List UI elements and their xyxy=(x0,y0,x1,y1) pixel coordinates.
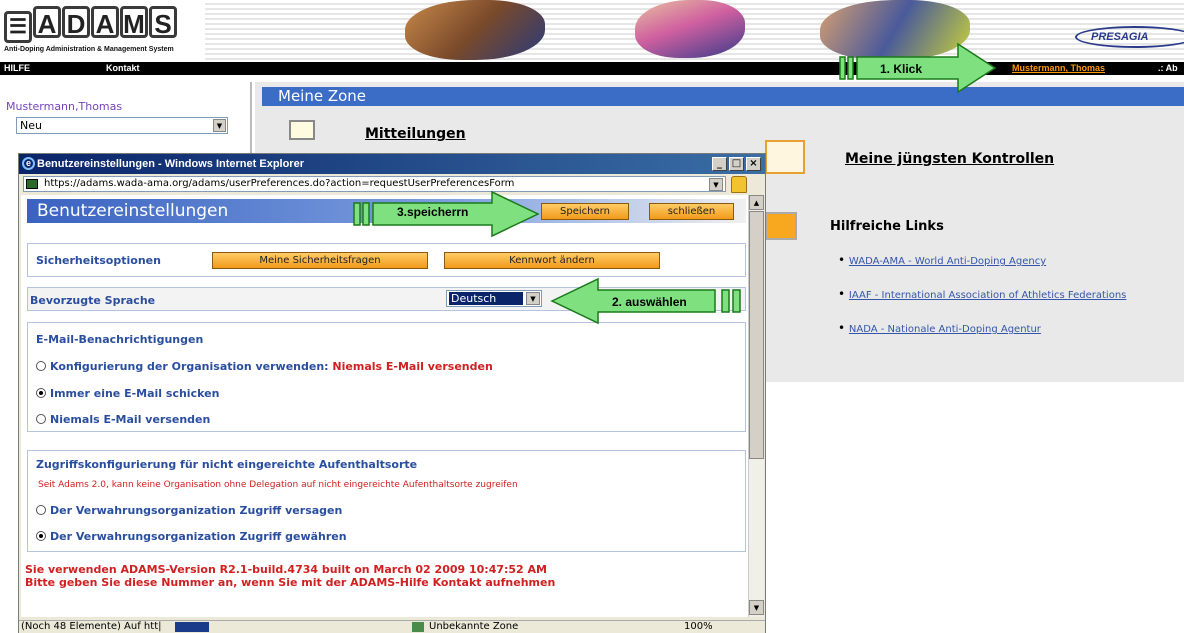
popup-title: Benutzereinstellungen - Windows Internet… xyxy=(37,158,304,170)
step3-label: 3.speicherrn xyxy=(397,205,469,219)
step2-label: 2. auswählen xyxy=(612,295,687,309)
close-button[interactable]: schließen xyxy=(649,203,734,220)
logo-icon-box: ☰ xyxy=(4,11,32,43)
radio-icon[interactable] xyxy=(36,361,46,371)
email-option-never-label: Niemals E-Mail versenden xyxy=(50,413,211,426)
radio-icon[interactable] xyxy=(36,414,46,424)
popup-titlebar[interactable]: e Benutzereinstellungen - Windows Intern… xyxy=(19,154,765,174)
logo-letter: S xyxy=(149,6,177,39)
language-label: Bevorzugte Sprache xyxy=(30,294,156,307)
email-option-org-label: Konfigurierung der Organisation verwende… xyxy=(50,360,329,373)
email-option-org-value: Niemals E-Mail versenden xyxy=(332,360,493,373)
links-title: Hilfreiche Links xyxy=(830,219,944,234)
zone-text: Unbekannte Zone xyxy=(429,621,519,632)
email-title: E-Mail-Benachrichtigungen xyxy=(36,333,204,346)
nav-contact[interactable]: Kontakt xyxy=(106,63,140,73)
messages-link[interactable]: Mitteilungen xyxy=(365,126,466,142)
radio-checked-icon[interactable] xyxy=(36,531,46,541)
maximize-icon[interactable]: □ xyxy=(729,157,744,171)
wada-link[interactable]: WADA-AMA - World Anti-Doping Agency xyxy=(849,256,1046,267)
nav-help[interactable]: HILFE xyxy=(4,63,30,73)
header-banner: PRESAGIA xyxy=(205,0,1184,62)
language-value: Deutsch xyxy=(449,292,523,305)
logo-letter: D xyxy=(62,6,90,39)
logout-link[interactable]: .: Ab xyxy=(1158,63,1178,73)
close-icon[interactable]: × xyxy=(746,157,761,171)
security-section: Sicherheitsoptionen Meine Sicherheitsfra… xyxy=(27,243,746,277)
chevron-down-icon[interactable]: ▼ xyxy=(709,178,723,191)
new-select-value: Neu xyxy=(20,119,42,132)
presagia-logo: PRESAGIA xyxy=(1075,26,1184,48)
popup-scrollbar[interactable]: ▲ ▼ xyxy=(748,195,764,617)
zone-title-bar: Meine Zone xyxy=(262,87,1184,106)
access-option-grant[interactable]: Der Verwahrungsorganization Zugriff gewä… xyxy=(36,530,347,543)
progress-bar xyxy=(175,622,209,632)
step1-label: 1. Klick xyxy=(880,62,923,76)
status-text: (Noch 48 Elemente) Auf htt| xyxy=(21,621,162,632)
security-label: Sicherheitsoptionen xyxy=(36,254,161,267)
iaaf-link[interactable]: IAAF - International Association of Athl… xyxy=(849,290,1126,301)
envelope-icon[interactable] xyxy=(289,120,315,140)
email-option-always[interactable]: Immer eine E-Mail schicken xyxy=(36,387,219,400)
url-text: https://adams.wada-ama.org/adams/userPre… xyxy=(44,178,515,189)
logo-letter: A xyxy=(91,6,119,39)
zoom-level[interactable]: 100% xyxy=(684,621,713,632)
email-section: E-Mail-Benachrichtigungen Konfigurierung… xyxy=(27,322,746,432)
logo-subtitle: Anti-Doping Administration & Management … xyxy=(4,46,174,53)
lock-icon[interactable] xyxy=(731,176,747,193)
page-icon xyxy=(26,179,38,189)
ie-icon: e xyxy=(22,157,35,170)
email-option-always-label: Immer eine E-Mail schicken xyxy=(50,387,220,400)
nada-link[interactable]: NADA - Nationale Anti-Doping Agentur xyxy=(849,324,1041,335)
chevron-down-icon[interactable]: ▼ xyxy=(213,119,226,132)
computer-icon[interactable] xyxy=(765,212,797,240)
controls-link[interactable]: Meine jüngsten Kontrollen xyxy=(845,151,1054,167)
adams-logo[interactable]: ☰ A D A M S Anti-Doping Administration & Mana… xyxy=(4,6,178,53)
top-nav: HILFE Kontakt Mustermann, Thomas .: Ab xyxy=(0,62,1184,75)
minimize-icon[interactable]: _ xyxy=(712,157,727,171)
security-zone-icon xyxy=(412,622,424,632)
security-questions-button[interactable]: Meine Sicherheitsfragen xyxy=(212,252,428,269)
user-link[interactable]: Mustermann, Thomas xyxy=(1012,63,1105,73)
access-option-grant-label: Der Verwahrungsorganization Zugriff gewä… xyxy=(50,530,347,543)
link-item[interactable]: • IAAF - International Association of At… xyxy=(838,287,1126,301)
version-line-1: Sie verwenden ADAMS-Version R2.1-build.4… xyxy=(25,563,547,576)
site-header: ☰ A D A M S Anti-Doping Administration & Mana… xyxy=(0,0,1184,62)
folder-icon[interactable] xyxy=(765,140,805,174)
access-title: Zugriffskonfigurierung für nicht eingere… xyxy=(36,458,418,471)
link-item[interactable]: • NADA - Nationale Anti-Doping Agentur xyxy=(838,321,1041,335)
change-password-button[interactable]: Kennwort ändern xyxy=(444,252,660,269)
radio-icon[interactable] xyxy=(36,505,46,515)
access-note: Seit Adams 2.0, kann keine Organisation … xyxy=(38,480,518,490)
chevron-down-icon[interactable]: ▼ xyxy=(526,292,540,305)
scroll-up-icon[interactable]: ▲ xyxy=(749,195,764,210)
popup-content: Benutzereinstellungen Speichern schließe… xyxy=(21,195,761,617)
scroll-down-icon[interactable]: ▼ xyxy=(749,600,764,615)
user-name: Mustermann,Thomas xyxy=(6,100,123,113)
access-section: Zugriffskonfigurierung für nicht eingere… xyxy=(27,450,746,552)
status-bar: (Noch 48 Elemente) Auf htt| Unbekannte Z… xyxy=(19,620,765,633)
access-option-deny-label: Der Verwahrungsorganization Zugriff vers… xyxy=(50,504,343,517)
athlete-image xyxy=(635,0,745,58)
email-option-org[interactable]: Konfigurierung der Organisation verwende… xyxy=(36,360,493,373)
athlete-image xyxy=(405,0,545,60)
version-line-2: Bitte geben Sie diese Nummer an, wenn Si… xyxy=(25,576,556,589)
radio-checked-icon[interactable] xyxy=(36,388,46,398)
new-select[interactable]: Neu ▼ xyxy=(16,117,228,134)
link-item[interactable]: • WADA-AMA - World Anti-Doping Agency xyxy=(838,253,1046,267)
logo-letter: A xyxy=(33,6,61,39)
language-select[interactable]: Deutsch ▼ xyxy=(446,290,542,307)
access-option-deny[interactable]: Der Verwahrungsorganization Zugriff vers… xyxy=(36,504,342,517)
scroll-thumb[interactable] xyxy=(749,211,764,459)
email-option-never[interactable]: Niemals E-Mail versenden xyxy=(36,413,210,426)
save-button[interactable]: Speichern xyxy=(541,203,629,220)
logo-letter: M xyxy=(120,6,148,39)
